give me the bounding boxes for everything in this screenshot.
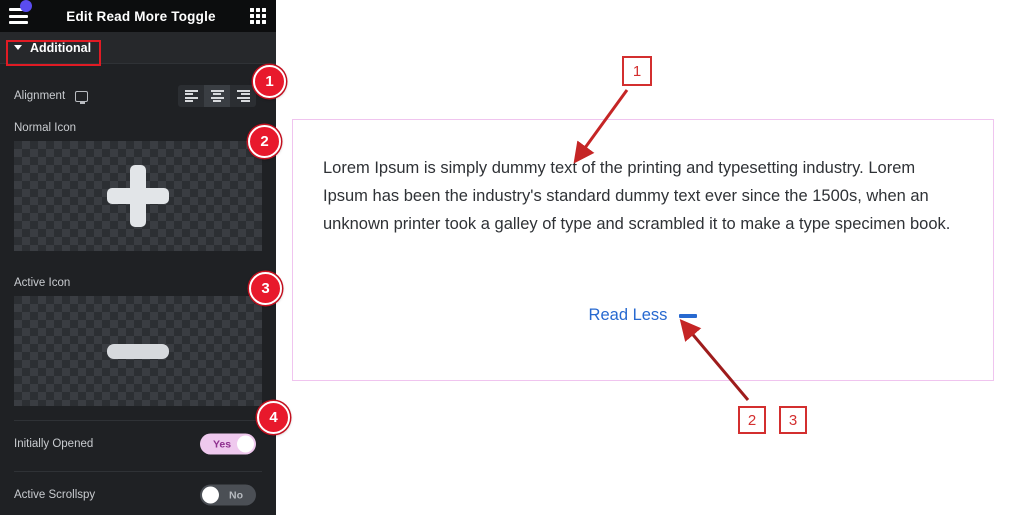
- alignment-label: Alignment: [14, 90, 66, 102]
- minus-icon: [107, 343, 169, 359]
- step-badge-3: 3: [249, 272, 282, 305]
- desktop-monitor-icon[interactable]: [75, 90, 89, 104]
- read-more-widget: Lorem Ipsum is simply dummy text of the …: [292, 119, 994, 381]
- normal-icon-preview[interactable]: [14, 141, 262, 251]
- align-center-button[interactable]: [204, 85, 230, 107]
- active-icon-label: Active Icon: [14, 277, 71, 289]
- active-scrollspy-value: No: [229, 489, 243, 501]
- read-less-label[interactable]: Read Less: [589, 306, 668, 325]
- toggle-knob: [202, 486, 219, 504]
- notification-dot-icon: [20, 0, 32, 12]
- chevron-down-icon: [14, 45, 22, 50]
- annotation-box-2: 2: [738, 406, 766, 434]
- initially-opened-toggle[interactable]: Yes: [200, 433, 256, 455]
- active-icon-preview[interactable]: [14, 296, 262, 406]
- step-badge-1: 1: [253, 65, 286, 98]
- alignment-control-group: [178, 85, 256, 107]
- initially-opened-value: Yes: [213, 438, 232, 450]
- apps-grid-icon[interactable]: [250, 8, 266, 24]
- row-initially-opened: Initially Opened Yes: [0, 421, 276, 467]
- initially-opened-label: Initially Opened: [14, 438, 94, 450]
- section-header-additional[interactable]: Additional: [0, 32, 276, 64]
- annotation-box-1: 1: [622, 56, 652, 86]
- annotation-box-3: 3: [779, 406, 807, 434]
- plus-icon: [107, 165, 169, 227]
- row-active-scrollspy: Active Scrollspy No: [0, 472, 276, 515]
- step-badge-2: 2: [248, 125, 281, 158]
- active-scrollspy-label: Active Scrollspy: [14, 489, 96, 501]
- section-label: Additional: [30, 40, 92, 55]
- align-right-button[interactable]: [230, 85, 256, 107]
- step-badge-4: 4: [257, 401, 290, 434]
- widget-body-text: Lorem Ipsum is simply dummy text of the …: [323, 159, 951, 233]
- panel-title: Edit Read More Toggle: [66, 8, 216, 24]
- row-alignment: Alignment: [0, 76, 276, 116]
- toggle-knob: [237, 435, 254, 453]
- read-less-toggle[interactable]: Read Less: [293, 306, 993, 325]
- active-scrollspy-toggle[interactable]: No: [200, 484, 256, 506]
- panel-header: Edit Read More Toggle: [0, 0, 276, 32]
- elementor-settings-panel: Edit Read More Toggle Additional Alignme…: [0, 0, 276, 515]
- minus-icon: [679, 313, 698, 318]
- align-left-button[interactable]: [178, 85, 204, 107]
- screenshot-root: Edit Read More Toggle Additional Alignme…: [0, 0, 1024, 515]
